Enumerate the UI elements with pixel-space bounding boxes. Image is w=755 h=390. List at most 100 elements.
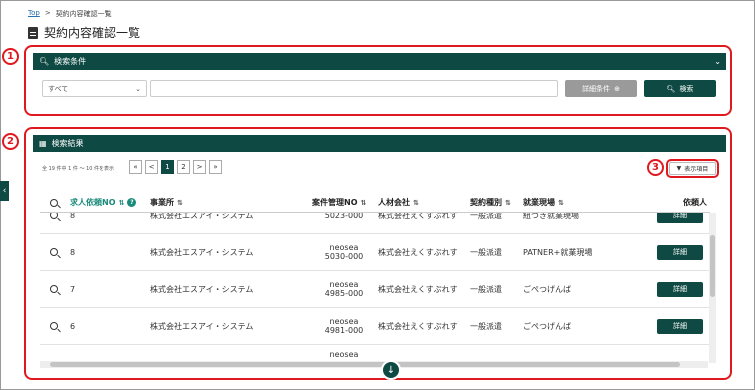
arrow-down-icon: ↓ — [386, 364, 396, 376]
category-select-value: すべて — [48, 84, 69, 93]
col-office[interactable]: 事業所 ⇅ — [150, 193, 183, 212]
breadcrumb-top-link[interactable]: Top — [28, 9, 40, 19]
contract-type: 一般派遣 — [470, 284, 502, 294]
col-request-no[interactable]: 求人依頼NO ⇅ ? — [70, 193, 137, 212]
table-row: 7 株式会社エスアイ・システム neosea 4985-000 株式会社えくすぷ… — [40, 271, 710, 308]
chevron-down-icon: ⌄ — [135, 84, 141, 93]
page-1-button[interactable]: 1 — [161, 160, 174, 174]
contract-type: 一般派遣 — [470, 247, 502, 257]
detail-button[interactable]: 詳細 — [657, 213, 703, 223]
results-header: ▦ 検索結果 — [33, 135, 726, 152]
vertical-scroll-thumb[interactable] — [710, 235, 715, 297]
horizontal-scroll-thumb[interactable] — [50, 362, 680, 367]
table-icon: ▦ — [39, 139, 47, 148]
sidebar-toggle[interactable]: ‹ — [0, 181, 9, 201]
vertical-scrollbar[interactable] — [709, 213, 716, 363]
chevron-left-icon: ‹ — [2, 186, 7, 196]
detail-button-cell: 詳細 — [657, 271, 703, 307]
search-button-label: 検索 — [679, 84, 694, 93]
category-select[interactable]: すべて ⌄ — [42, 80, 147, 97]
office-name: 株式会社エスアイ・システム — [150, 247, 254, 257]
contract-type: 一般派遣 — [470, 213, 502, 220]
management-no: neosea 4985-000 — [310, 271, 378, 307]
agency-name: 株式会社えくすぷれす — [378, 213, 458, 220]
marker-2: 2 — [2, 133, 19, 150]
last-page-button[interactable]: » — [209, 160, 222, 174]
agency-name: 株式会社えくすぷれす — [378, 247, 458, 257]
pagination: « < 1 2 > » — [129, 160, 222, 174]
results-header-label: 検索結果 — [51, 139, 84, 148]
col-office-label: 事業所 — [150, 198, 174, 207]
zoom-icon — [50, 193, 58, 212]
request-no: 6 — [70, 321, 76, 331]
plus-circle-icon: ⊕ — [614, 84, 620, 93]
marker-1: 1 — [2, 48, 19, 65]
work-site: 紐づき就業現場 — [523, 213, 579, 220]
zoom-icon[interactable] — [50, 271, 58, 307]
table-header: 求人依頼NO ⇅ ? 事業所 ⇅ 案件管理NO ⇅ 人材会社 ⇅ 契約種別 ⇅ … — [40, 193, 710, 213]
search-button[interactable]: 🔍︎ 検索 — [644, 80, 716, 97]
help-icon[interactable]: ? — [127, 198, 137, 207]
col-work-site-label: 就業現場 — [523, 198, 555, 207]
scroll-down-button[interactable]: ↓ — [381, 360, 401, 380]
result-count: 全 19 件中 1 件 ～ 10 件を表示 — [42, 166, 115, 172]
detail-button-cell: 詳細 — [657, 234, 703, 270]
sort-icon: ⇅ — [360, 198, 367, 207]
work-site: ごぺつげんば — [523, 284, 571, 294]
detail-button[interactable]: 詳細 — [657, 244, 703, 260]
col-management-no[interactable]: 案件管理NO ⇅ — [312, 193, 366, 212]
zoom-icon[interactable] — [50, 308, 58, 344]
work-site: PATNER+就業現場 — [523, 247, 593, 257]
detail-button[interactable]: 詳細 — [657, 281, 703, 297]
detail-button-cell: 詳細 — [657, 308, 703, 344]
management-no-line1: neosea — [329, 280, 359, 289]
management-no-line1: neosea — [329, 317, 359, 326]
sort-icon: ⇅ — [505, 198, 511, 207]
sort-icon: ⇅ — [558, 198, 564, 207]
office-name: 株式会社エスアイ・システム — [150, 321, 254, 331]
zoom-icon[interactable] — [50, 234, 58, 270]
first-page-button[interactable]: « — [129, 160, 142, 174]
management-no-line2: 4985-000 — [324, 289, 364, 298]
col-agency[interactable]: 人材会社 ⇅ — [378, 193, 419, 212]
management-no-line2: 5030-000 — [324, 252, 364, 261]
keyword-input[interactable] — [150, 80, 558, 97]
agency-name: 株式会社えくすぷれす — [378, 321, 458, 331]
page-2-button[interactable]: 2 — [177, 160, 190, 174]
horizontal-scrollbar[interactable] — [40, 361, 708, 368]
search-header[interactable]: 🔍︎ 検索条件 ⌄ — [33, 53, 726, 70]
col-request-no-label: 求人依頼NO — [70, 198, 116, 207]
request-no: 7 — [70, 284, 76, 294]
table-row: 6 株式会社エスアイ・システム neosea 4981-000 株式会社えくすぷ… — [40, 308, 710, 345]
marker-3: 3 — [647, 159, 664, 176]
detail-button-cell: 詳細 — [657, 213, 703, 233]
detail-button[interactable]: 詳細 — [657, 318, 703, 334]
detail-conditions-button[interactable]: 詳細条件 ⊕ — [565, 80, 637, 97]
search-icon: 🔍︎ — [39, 57, 50, 66]
management-no: 5023-000 — [310, 213, 378, 233]
zoom-icon[interactable] — [50, 213, 58, 233]
request-no: 8 — [70, 247, 76, 257]
display-columns-button[interactable]: ▼ 表示項目 — [669, 162, 716, 175]
table-row: 8 株式会社エスアイ・システム neosea 5030-000 株式会社えくすぷ… — [40, 234, 710, 271]
breadcrumb-current: 契約内容確認一覧 — [55, 10, 112, 18]
management-no: neosea 5030-000 — [310, 234, 378, 270]
chevron-down-icon[interactable]: ⌄ — [714, 57, 721, 66]
agency-name: 株式会社えくすぷれす — [378, 284, 458, 294]
sort-icon: ⇅ — [413, 198, 419, 207]
filter-icon: ▼ — [676, 165, 682, 172]
breadcrumb: Top > 契約内容確認一覧 — [28, 9, 112, 19]
table-row: 8 株式会社エスアイ・システム 5023-000 株式会社えくすぷれす 一般派遣… — [40, 213, 710, 234]
table-row: neosea — [40, 345, 710, 360]
next-page-button[interactable]: > — [193, 160, 206, 174]
prev-page-button[interactable]: < — [145, 160, 158, 174]
page-title: 契約内容確認一覧 — [28, 24, 140, 41]
col-agency-label: 人材会社 — [378, 198, 410, 207]
col-contract-type[interactable]: 契約種別 ⇅ — [470, 193, 511, 212]
col-management-no-label: 案件管理NO — [312, 198, 358, 207]
document-icon — [28, 26, 38, 39]
col-requester[interactable]: 依頼人 — [683, 193, 707, 212]
col-work-site[interactable]: 就業現場 ⇅ — [523, 193, 564, 212]
search-icon: 🔍︎ — [666, 84, 676, 93]
detail-conditions-label: 詳細条件 — [582, 84, 611, 93]
